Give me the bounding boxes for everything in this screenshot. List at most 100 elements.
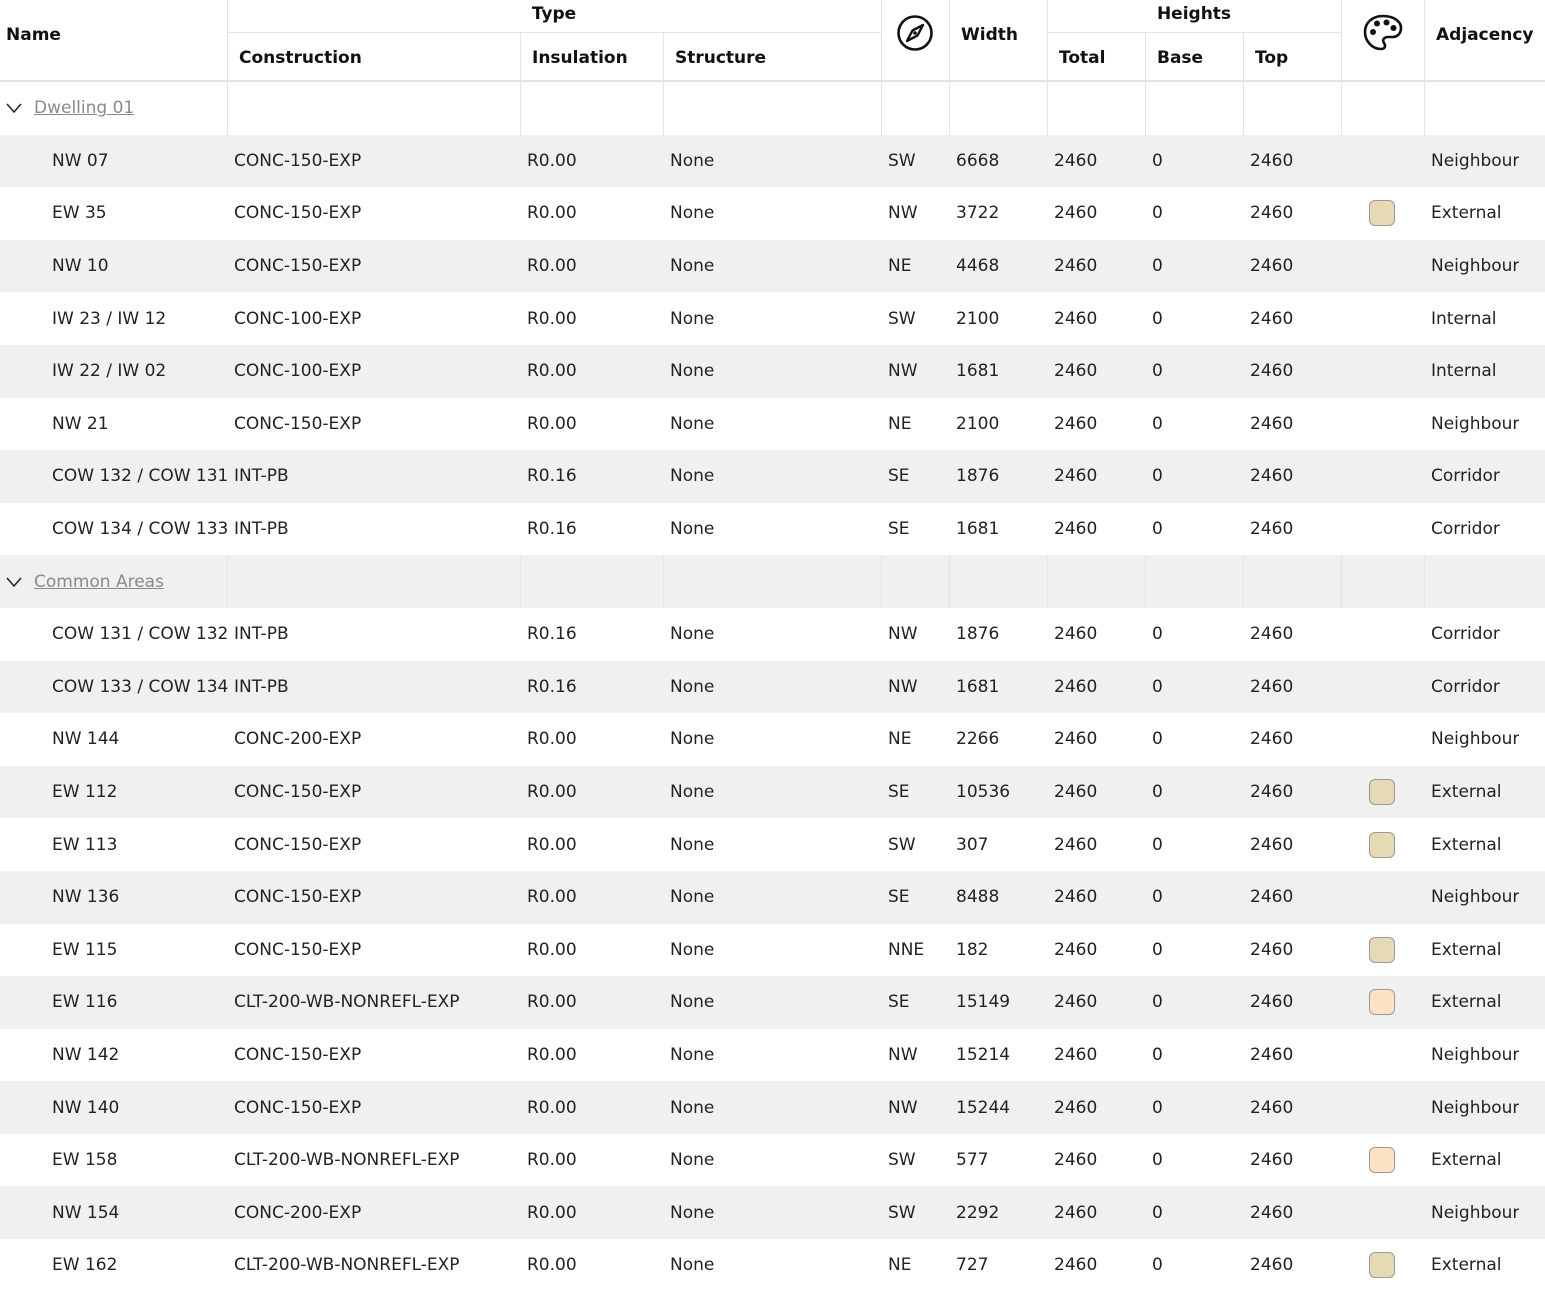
- header-orientation[interactable]: [881, 0, 949, 70]
- cell-structure: None: [670, 413, 715, 434]
- table-row[interactable]: IW 22 / IW 02 CONC-100-EXP R0.00 None NW 1681…: [0, 344, 1545, 398]
- group-label[interactable]: Dwelling 01: [34, 98, 134, 118]
- cell-total: 2460: [1054, 1202, 1098, 1223]
- cell-adjacency: External: [1431, 782, 1502, 803]
- header-width[interactable]: Width: [961, 0, 1018, 70]
- header-adjacency[interactable]: Adjacency: [1436, 0, 1534, 70]
- header-base[interactable]: Base: [1157, 36, 1203, 80]
- cell-total: 2460: [1054, 1097, 1098, 1118]
- group-row[interactable]: Common Areas: [0, 555, 1545, 608]
- cell-base: 0: [1152, 1150, 1163, 1171]
- cell-structure: None: [670, 1202, 715, 1223]
- cell-insulation: R0.00: [527, 782, 577, 803]
- cell-name: NW 144: [52, 729, 120, 750]
- cell-top: 2460: [1250, 992, 1294, 1013]
- cell-base: 0: [1152, 308, 1163, 329]
- table-row[interactable]: COW 132 / COW 131 INT-PB R0.16 None SE 1876 24…: [0, 450, 1545, 503]
- cell-width: 3722: [956, 203, 1000, 224]
- cell-total: 2460: [1054, 887, 1098, 908]
- table-body: Dwelling 01 NW 07 CONC-150-EXP R0.00 None SW 6…: [0, 82, 1545, 1292]
- table-row[interactable]: EW 35 CONC-150-EXP R0.00 None NW 3722 2460 0 246…: [0, 187, 1545, 240]
- cell-top: 2460: [1250, 624, 1294, 645]
- cell-orientation: NE: [888, 1255, 912, 1276]
- color-swatch[interactable]: [1369, 1252, 1395, 1279]
- cell-insulation: R0.00: [527, 729, 577, 750]
- cell-total: 2460: [1054, 1044, 1098, 1065]
- cell-name: COW 133 / COW 134: [52, 676, 229, 697]
- table-row[interactable]: EW 116 CLT-200-WB-NONREFL-EXP R0.00 None SE 1…: [0, 976, 1545, 1029]
- table-row[interactable]: NW 154 CONC-200-EXP R0.00 None SW 2292 2460 0 24…: [0, 1186, 1545, 1240]
- table-row[interactable]: EW 158 CLT-200-WB-NONREFL-EXP R0.00 None SW 5…: [0, 1134, 1545, 1187]
- cell-width: 1681: [956, 361, 1000, 382]
- cell-adjacency: Internal: [1431, 308, 1497, 329]
- group-row[interactable]: Dwelling 01: [0, 82, 1545, 135]
- color-swatch[interactable]: [1369, 831, 1395, 858]
- cell-orientation: SE: [888, 466, 910, 487]
- cell-adjacency: Corridor: [1431, 624, 1500, 645]
- cell-total: 2460: [1054, 624, 1098, 645]
- cell-name: EW 162: [52, 1255, 118, 1276]
- cell-width: 577: [956, 1150, 989, 1171]
- cell-construction: CONC-150-EXP: [234, 1044, 362, 1065]
- cell-structure: None: [670, 676, 715, 697]
- header-total[interactable]: Total: [1059, 36, 1105, 80]
- header-name[interactable]: Name: [6, 0, 61, 70]
- table-row[interactable]: EW 115 CONC-150-EXP R0.00 None NNE 182 2460 0 24…: [0, 924, 1545, 977]
- cell-structure: None: [670, 624, 715, 645]
- table-row[interactable]: NW 140 CONC-150-EXP R0.00 None NW 15244 2460 0 2…: [0, 1081, 1545, 1134]
- cell-construction: INT-PB: [234, 466, 289, 487]
- header-color[interactable]: [1341, 0, 1424, 70]
- cell-construction: CONC-150-EXP: [234, 1097, 362, 1118]
- color-swatch[interactable]: [1369, 200, 1395, 227]
- cell-insulation: R0.00: [527, 1150, 577, 1171]
- header-structure[interactable]: Structure: [675, 36, 766, 80]
- cell-structure: None: [670, 203, 715, 224]
- table-row[interactable]: COW 133 / COW 134 INT-PB R0.16 None NW 1681 24…: [0, 660, 1545, 714]
- table-row[interactable]: NW 10 CONC-150-EXP R0.00 None NE 4468 2460 0 246…: [0, 239, 1545, 293]
- cell-top: 2460: [1250, 519, 1294, 540]
- cell-structure: None: [670, 361, 715, 382]
- table-row[interactable]: NW 07 CONC-150-EXP R0.00 None SW 6668 2460 0 246…: [0, 134, 1545, 188]
- cell-construction: CLT-200-WB-NONREFL-EXP: [234, 1255, 460, 1276]
- color-swatch[interactable]: [1369, 1147, 1395, 1174]
- cell-total: 2460: [1054, 834, 1098, 855]
- table-row[interactable]: NW 21 CONC-150-EXP R0.00 None NE 2100 2460 0 246…: [0, 398, 1545, 451]
- header-construction[interactable]: Construction: [239, 36, 362, 80]
- cell-top: 2460: [1250, 256, 1294, 277]
- cell-construction: INT-PB: [234, 519, 289, 540]
- color-swatch[interactable]: [1369, 989, 1395, 1016]
- cell-top: 2460: [1250, 782, 1294, 803]
- table-row[interactable]: COW 134 / COW 133 INT-PB R0.16 None SE 1681 24…: [0, 503, 1545, 556]
- cell-top: 2460: [1250, 834, 1294, 855]
- cell-construction: INT-PB: [234, 676, 289, 697]
- cell-top: 2460: [1250, 413, 1294, 434]
- table-row[interactable]: NW 136 CONC-150-EXP R0.00 None SE 8488 2460 0 24…: [0, 870, 1545, 924]
- cell-structure: None: [670, 992, 715, 1013]
- cell-adjacency: Neighbour: [1431, 887, 1520, 908]
- cell-name: NW 07: [52, 150, 109, 171]
- color-swatch[interactable]: [1369, 936, 1395, 963]
- table-row[interactable]: EW 162 CLT-200-WB-NONREFL-EXP R0.00 None NE 7…: [0, 1239, 1545, 1292]
- cell-orientation: SE: [888, 887, 910, 908]
- cell-total: 2460: [1054, 782, 1098, 803]
- cell-structure: None: [670, 834, 715, 855]
- table-row[interactable]: COW 131 / COW 132 INT-PB R0.16 None NW 1876 24…: [0, 608, 1545, 661]
- header-insulation[interactable]: Insulation: [532, 36, 628, 80]
- table-row[interactable]: EW 113 CONC-150-EXP R0.00 None SW 307 2460 0 246…: [0, 818, 1545, 871]
- table-row[interactable]: NW 144 CONC-200-EXP R0.00 None NE 2266 2460 0 24…: [0, 713, 1545, 766]
- cell-construction: CONC-150-EXP: [234, 834, 362, 855]
- cell-top: 2460: [1250, 466, 1294, 487]
- cell-width: 1681: [956, 519, 1000, 540]
- table-row[interactable]: EW 112 CONC-150-EXP R0.00 None SE 10536 2460 0 2…: [0, 765, 1545, 819]
- header-top[interactable]: Top: [1255, 36, 1288, 80]
- chevron-down-icon[interactable]: [6, 555, 22, 608]
- table-row[interactable]: NW 142 CONC-150-EXP R0.00 None NW 15214 2460 0 2…: [0, 1029, 1545, 1082]
- cell-orientation: NW: [888, 1097, 918, 1118]
- cell-adjacency: Corridor: [1431, 466, 1500, 487]
- chevron-down-icon[interactable]: [6, 82, 22, 135]
- cell-width: 307: [956, 834, 989, 855]
- cell-width: 727: [956, 1255, 989, 1276]
- table-row[interactable]: IW 23 / IW 12 CONC-100-EXP R0.00 None SW 2100…: [0, 292, 1545, 345]
- color-swatch[interactable]: [1369, 779, 1395, 806]
- group-label[interactable]: Common Areas: [34, 572, 164, 592]
